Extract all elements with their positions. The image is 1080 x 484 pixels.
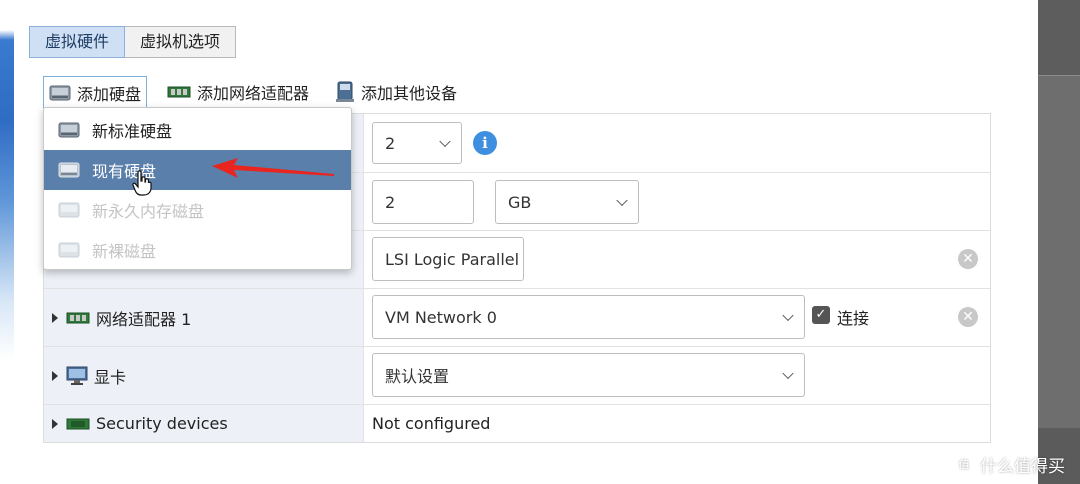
remove-icon[interactable]: ✕	[958, 249, 978, 269]
add-disk-label: 添加硬盘	[77, 84, 142, 104]
tab-bar: 虚拟硬件 虚拟机选项	[29, 26, 237, 58]
expand-caret-icon[interactable]	[52, 370, 58, 381]
add-network-label: 添加网络适配器	[197, 84, 310, 103]
menu-item-label: 新裸磁盘	[92, 242, 157, 261]
cpu-value-cell: 2 i	[363, 114, 990, 172]
memory-size-input[interactable]: 2	[372, 180, 474, 224]
add-other-device-button[interactable]: 添加其他设备	[329, 76, 463, 108]
disk-icon	[58, 161, 80, 179]
background-window-edge	[0, 0, 14, 484]
network-label-cell: 网络适配器 1	[44, 289, 363, 346]
network-value: VM Network 0	[385, 307, 497, 327]
scsi-type-field[interactable]: LSI Logic Parallel	[372, 237, 524, 281]
chevron-down-icon	[439, 135, 451, 148]
expand-caret-icon[interactable]	[52, 418, 58, 429]
memory-unit-value: GB	[508, 192, 532, 212]
connect-checkbox[interactable]: ✓	[812, 306, 830, 324]
cpu-count-select[interactable]: 2	[372, 122, 462, 164]
display-label-cell: 显卡	[44, 347, 363, 404]
cpu-count-value: 2	[385, 133, 396, 153]
chevron-down-icon	[782, 367, 794, 380]
network-adapter-row: 网络适配器 1 VM Network 0 ✓ 连接 ✕	[44, 288, 990, 346]
remove-icon[interactable]: ✕	[958, 307, 978, 327]
chevron-down-icon	[616, 194, 628, 207]
expand-caret-icon[interactable]	[52, 312, 58, 323]
scsi-value-cell: LSI Logic Parallel ✕	[363, 231, 990, 288]
tab-virtual-hardware[interactable]: 虚拟硬件	[29, 26, 126, 58]
background-side-panel	[1038, 0, 1080, 484]
scsi-type-value: LSI Logic Parallel	[385, 249, 520, 269]
display-label: 显卡	[94, 367, 127, 387]
security-label-cell: Security devices	[44, 405, 363, 442]
network-value-cell: VM Network 0 ✓ 连接 ✕	[363, 289, 990, 346]
info-icon[interactable]: i	[473, 131, 497, 155]
memory-size-value: 2	[385, 192, 396, 212]
menu-item-new-standard-disk[interactable]: 新标准硬盘	[44, 110, 351, 150]
add-other-label: 添加其他设备	[361, 84, 458, 103]
connect-label: 连接	[837, 309, 870, 328]
annotation-arrow-icon	[212, 158, 334, 178]
security-devices-label: Security devices	[96, 414, 228, 433]
display-value: 默认设置	[385, 367, 450, 386]
hand-cursor-icon	[132, 170, 152, 196]
add-disk-button[interactable]: 添加硬盘	[43, 76, 148, 108]
network-card-icon	[66, 311, 90, 325]
security-value-cell: Not configured	[363, 405, 990, 442]
watermark-text: 什么值得买	[980, 457, 1065, 477]
display-row: 显卡 默认设置	[44, 346, 990, 404]
disk-icon	[58, 201, 80, 219]
monitor-icon	[66, 366, 88, 386]
disk-icon	[58, 241, 80, 259]
watermark-logo: 值	[954, 454, 974, 475]
menu-item-new-pmem-disk: 新永久内存磁盘	[44, 190, 351, 230]
chevron-down-icon	[782, 309, 794, 322]
security-status: Not configured	[372, 414, 491, 433]
chip-icon	[66, 417, 90, 431]
menu-item-label: 新永久内存磁盘	[92, 202, 205, 221]
network-adapter-label: 网络适配器 1	[96, 309, 192, 329]
hardware-toolbar: 添加硬盘 添加网络适配器 添加其他设备	[43, 76, 477, 108]
menu-item-label: 新标准硬盘	[92, 122, 173, 141]
network-select[interactable]: VM Network 0	[372, 295, 805, 339]
add-disk-menu: 新标准硬盘 现有硬盘 新永久内存磁盘 新裸磁盘	[43, 107, 352, 270]
disk-icon	[49, 84, 71, 102]
display-select[interactable]: 默认设置	[372, 353, 805, 397]
memory-unit-select[interactable]: GB	[495, 180, 639, 224]
background-strip-top	[1038, 0, 1080, 76]
disk-icon	[58, 121, 80, 139]
menu-item-new-raw-disk: 新裸磁盘	[44, 230, 351, 270]
watermark: 值 什么值得买	[954, 452, 1065, 477]
memory-value-cell: 2 GB	[363, 173, 990, 230]
tab-vm-options[interactable]: 虚拟机选项	[125, 26, 237, 58]
display-value-cell: 默认设置	[363, 347, 990, 404]
security-devices-row: Security devices Not configured	[44, 404, 990, 442]
device-icon	[335, 81, 355, 103]
add-network-adapter-button[interactable]: 添加网络适配器	[161, 76, 315, 108]
network-card-icon	[167, 85, 191, 99]
